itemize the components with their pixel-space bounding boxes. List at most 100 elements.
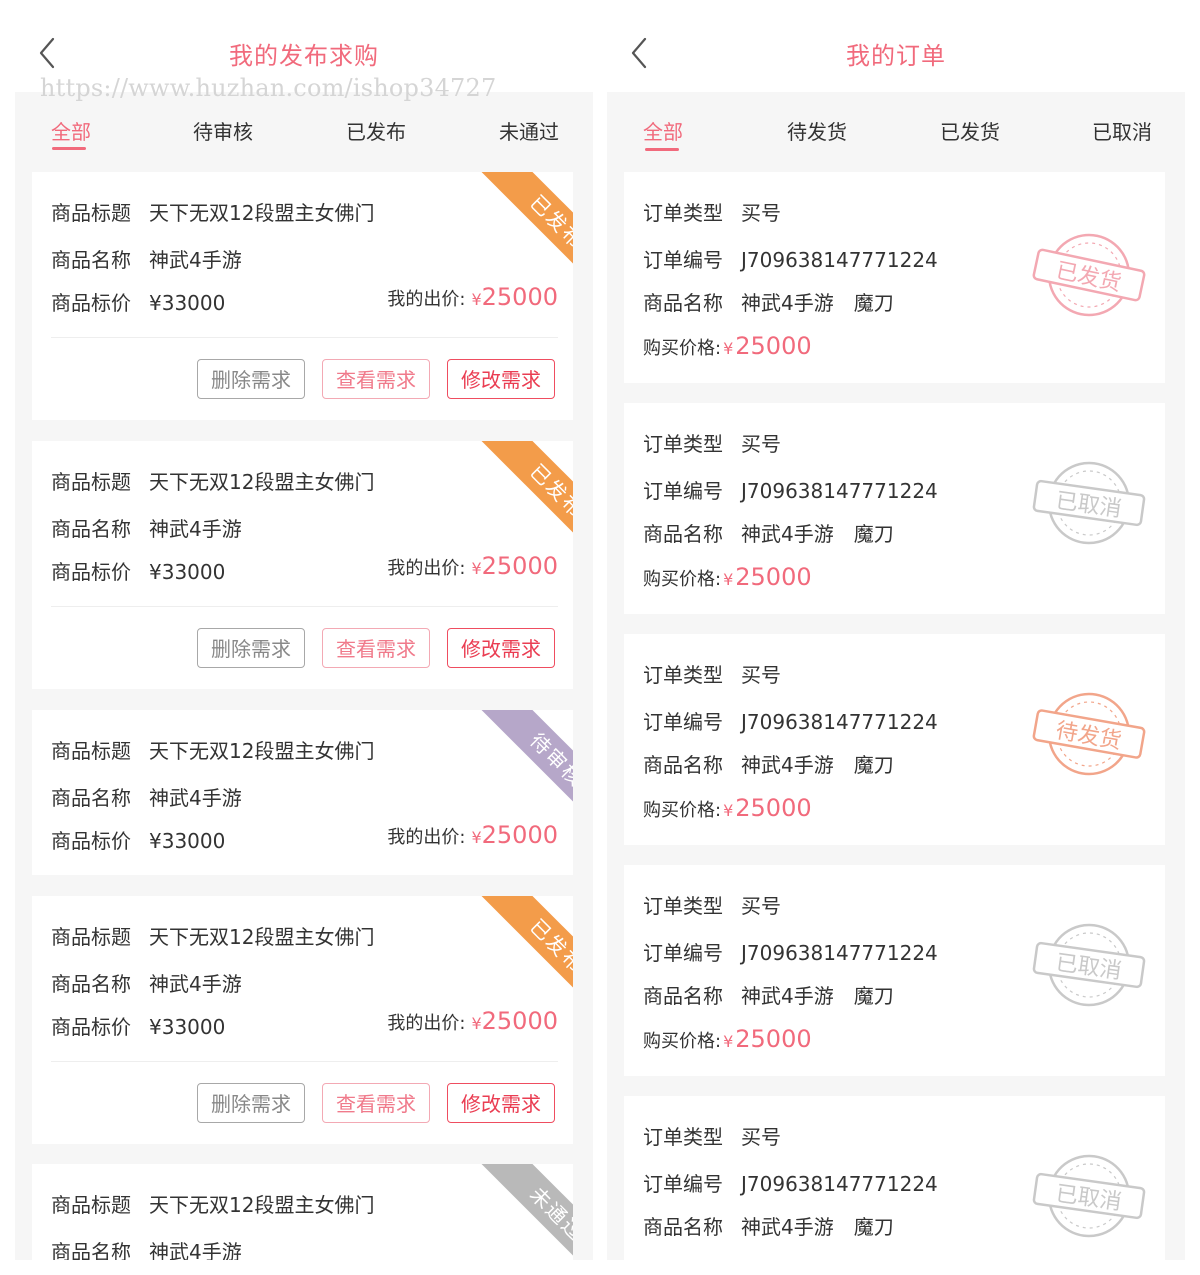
order-number: J709638147771224 (741, 248, 938, 272)
list-price: ¥33000 (149, 829, 226, 853)
my-bid: 我的出价: ¥25000 (387, 552, 558, 580)
name-label: 商品名称 (51, 972, 131, 996)
order-number: J709638147771224 (741, 710, 938, 734)
my-bid: 我的出价: ¥25000 (387, 283, 558, 311)
order-type-label: 订单类型 (643, 663, 723, 687)
tab-rejected[interactable]: 未通过 (499, 116, 559, 145)
order-type-label: 订单类型 (643, 894, 723, 918)
title-label: 商品标题 (51, 925, 131, 949)
product-title: 天下无双12段盟主女佛门 (149, 739, 375, 763)
order-number: J709638147771224 (741, 941, 938, 965)
product-title: 天下无双12段盟主女佛门 (149, 201, 375, 225)
title-label: 商品标题 (51, 1193, 131, 1217)
order-card[interactable]: 订单类型 买号 订单编号 J709638147771224 商品名称 神武4手游 魔刀 … (624, 403, 1165, 614)
order-card[interactable]: 订单类型 买号 订单编号 J709638147771224 商品名称 神武4手游 魔刀 … (624, 172, 1165, 383)
my-purchase-requests-screen: 我的发布求购 https://www.huzhan.com/ishop34727… (15, 0, 593, 1260)
order-card[interactable]: 订单类型 买号 订单编号 J709638147771224 商品名称 神武4手游 魔刀 … (624, 865, 1165, 1076)
purchase-price-label: 购买价格: (643, 1031, 722, 1052)
request-card[interactable]: 已发布 商品标题 天下无双12段盟主女佛门 商品名称 神武4手游 商品标价 ¥3300… (32, 441, 573, 689)
cancelled-stamp-icon: 已取消 (1032, 1154, 1146, 1238)
view-request-button[interactable]: 查看需求 (322, 1083, 430, 1123)
page-title: 我的发布求购 (229, 42, 379, 70)
request-card[interactable]: 已发布 商品标题 天下无双12段盟主女佛门 商品名称 神武4手游 商品标价 ¥3300… (32, 896, 573, 1144)
tab-awaiting-shipment[interactable]: 待发货 (787, 116, 847, 145)
purchase-price: 25000 (735, 1025, 812, 1053)
order-number-label: 订单编号 (643, 248, 723, 272)
item-name: 魔刀 (853, 522, 894, 546)
purchase-price: 25000 (735, 563, 812, 591)
bid-amount: 25000 (481, 283, 558, 311)
list-price: ¥33000 (149, 560, 226, 584)
tab-pending-review[interactable]: 待审核 (193, 116, 253, 145)
view-request-button[interactable]: 查看需求 (322, 628, 430, 668)
delete-request-button[interactable]: 删除需求 (197, 359, 305, 399)
purchase-price-label: 购买价格: (643, 569, 722, 590)
divider (51, 1061, 558, 1062)
title-label: 商品标题 (51, 739, 131, 763)
active-tab-indicator (52, 147, 86, 150)
title-label: 商品标题 (51, 201, 131, 225)
item-name: 魔刀 (853, 1215, 894, 1239)
order-type: 买号 (741, 201, 781, 225)
product-name: 神武4手游 (741, 1215, 834, 1239)
cancelled-stamp-icon: 已取消 (1032, 461, 1146, 545)
request-card[interactable]: 待审核 商品标题 天下无双12段盟主女佛门 商品名称 神武4手游 商品标价 ¥3300… (32, 710, 573, 875)
edit-request-button[interactable]: 修改需求 (447, 628, 555, 668)
order-number: J709638147771224 (741, 1172, 938, 1196)
active-tab-indicator (645, 148, 679, 151)
request-card[interactable]: 已发布 商品标题 天下无双12段盟主女佛门 商品名称 神武4手游 商品标价 ¥3300… (32, 172, 573, 420)
purchase-price-label: 购买价格: (643, 800, 722, 821)
product-name: 神武4手游 (149, 786, 242, 810)
bid-amount: 25000 (481, 1007, 558, 1035)
edit-request-button[interactable]: 修改需求 (447, 1083, 555, 1123)
product-name-label: 商品名称 (643, 1215, 723, 1239)
product-name: 神武4手游 (149, 248, 242, 272)
header: 我的发布求购 https://www.huzhan.com/ishop34727 (15, 0, 593, 102)
product-name: 神武4手游 (741, 753, 834, 777)
my-bid: 我的出价: ¥25000 (387, 821, 558, 849)
shipped-stamp-icon: 已发货 (1032, 233, 1146, 317)
order-card[interactable]: 订单类型 买号 订单编号 J709638147771224 商品名称 神武4手游 魔刀 … (624, 1096, 1165, 1260)
tab-published[interactable]: 已发布 (346, 116, 406, 145)
product-name: 神武4手游 (741, 522, 834, 546)
product-name-label: 商品名称 (643, 291, 723, 315)
name-label: 商品名称 (51, 786, 131, 810)
order-type-label: 订单类型 (643, 201, 723, 225)
name-label: 商品名称 (51, 1240, 131, 1260)
my-orders-screen: 我的订单 全部 待发货 已发货 已取消 订单类型 买号 订单编号 J70963814… (607, 0, 1185, 1260)
item-name: 魔刀 (853, 753, 894, 777)
order-number-label: 订单编号 (643, 710, 723, 734)
order-number-label: 订单编号 (643, 1172, 723, 1196)
product-title: 天下无双12段盟主女佛门 (149, 470, 375, 494)
order-type: 买号 (741, 663, 781, 687)
order-number-label: 订单编号 (643, 479, 723, 503)
tab-all[interactable]: 全部 (51, 116, 91, 145)
product-name: 神武4手游 (149, 517, 242, 541)
order-card[interactable]: 订单类型 买号 订单编号 J709638147771224 商品名称 神武4手游 魔刀 … (624, 634, 1165, 845)
tab-all[interactable]: 全部 (643, 116, 683, 145)
purchase-price: 25000 (735, 794, 812, 822)
product-title: 天下无双12段盟主女佛门 (149, 1193, 375, 1217)
product-name: 神武4手游 (149, 972, 242, 996)
delete-request-button[interactable]: 删除需求 (197, 628, 305, 668)
awaiting-shipment-stamp-icon: 待发货 (1032, 692, 1146, 776)
tab-cancelled[interactable]: 已取消 (1092, 116, 1152, 145)
edit-request-button[interactable]: 修改需求 (447, 359, 555, 399)
product-name: 神武4手游 (741, 291, 834, 315)
product-name: 神武4手游 (149, 1240, 242, 1260)
header: 我的订单 (607, 0, 1185, 92)
request-card[interactable]: 未通过 商品标题 天下无双12段盟主女佛门 商品名称 神武4手游 (32, 1164, 573, 1260)
title-label: 商品标题 (51, 470, 131, 494)
divider (51, 337, 558, 338)
my-bid: 我的出价: ¥25000 (387, 1007, 558, 1035)
order-type: 买号 (741, 1125, 781, 1149)
page-title: 我的订单 (846, 42, 946, 70)
tab-shipped[interactable]: 已发货 (940, 116, 1000, 145)
cancelled-stamp-icon: 已取消 (1032, 923, 1146, 1007)
bid-amount: 25000 (481, 552, 558, 580)
delete-request-button[interactable]: 删除需求 (197, 1083, 305, 1123)
order-status-tabs: 全部 待发货 已发货 已取消 (607, 92, 1185, 166)
order-type: 买号 (741, 432, 781, 456)
price-label: 商品标价 (51, 1015, 131, 1039)
view-request-button[interactable]: 查看需求 (322, 359, 430, 399)
